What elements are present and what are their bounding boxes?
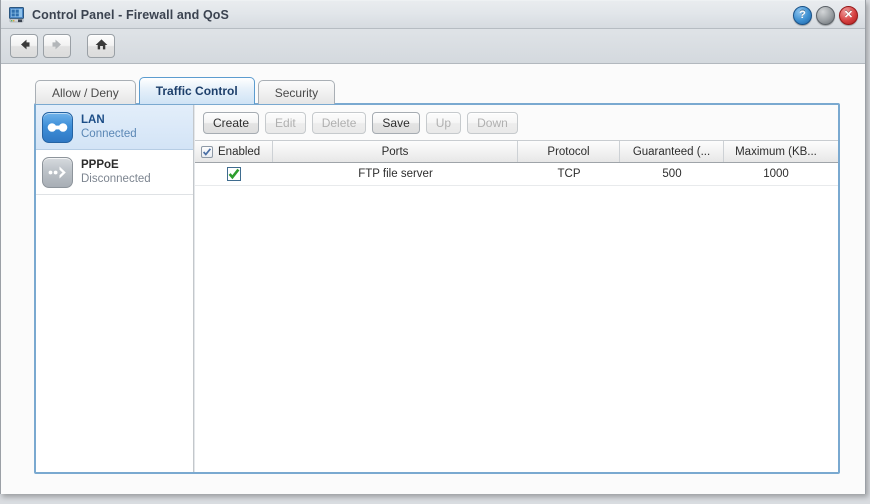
screen: Control Panel - Firewall and QoS ? ✕ All… — [0, 0, 870, 504]
sidebar-item-status: Disconnected — [81, 173, 151, 185]
window-controls: ? ✕ — [793, 6, 858, 25]
column-header-label: Maximum (KB... — [735, 145, 817, 158]
column-header-protocol[interactable]: Protocol — [518, 141, 620, 162]
column-header-ports[interactable]: Ports — [273, 141, 518, 162]
sidebar-item-lan[interactable]: LAN Connected — [36, 105, 193, 150]
pppoe-icon — [42, 156, 73, 188]
button-label: Edit — [275, 115, 296, 130]
control-panel-icon — [9, 6, 26, 23]
sidebar-item-text: PPPoE Disconnected — [81, 158, 151, 187]
tab-label: Traffic Control — [155, 84, 238, 98]
tab-security[interactable]: Security — [257, 80, 336, 104]
delete-button: Delete — [311, 111, 367, 134]
lan-icon — [42, 111, 73, 143]
column-header-maximum[interactable]: Maximum (KB... — [724, 141, 828, 162]
application-window: Control Panel - Firewall and QoS ? ✕ All… — [0, 0, 866, 494]
edit-button: Edit — [265, 111, 306, 134]
home-button[interactable] — [87, 34, 115, 58]
sidebar-item-text: LAN Connected — [81, 113, 137, 142]
help-button[interactable]: ? — [793, 6, 812, 25]
column-header-label: Enabled — [218, 145, 261, 158]
arrow-left-icon — [17, 38, 32, 54]
cell-maximum: 1000 — [763, 168, 789, 180]
tab-label: Security — [274, 85, 319, 100]
content-panel: LAN Connected PPPoE Disconnected Create … — [34, 103, 840, 474]
sidebar-item-title: LAN — [81, 113, 105, 126]
main-area: Create Edit Delete Save Up Down Enabled … — [194, 105, 838, 472]
tab-traffic-control[interactable]: Traffic Control — [138, 77, 255, 104]
close-button[interactable]: ✕ — [839, 6, 858, 25]
button-label: Up — [435, 115, 452, 130]
forward-button — [43, 34, 71, 58]
column-header-label: Ports — [381, 145, 409, 158]
window-title: Control Panel - Firewall and QoS — [32, 7, 229, 22]
move-up-button: Up — [425, 111, 462, 134]
help-icon: ? — [799, 9, 806, 21]
tab-allow-deny[interactable]: Allow / Deny — [35, 80, 136, 104]
home-icon — [94, 38, 109, 54]
arrow-right-icon — [50, 38, 65, 54]
cell-enabled — [195, 163, 273, 185]
close-icon: ✕ — [843, 9, 854, 21]
save-button[interactable]: Save — [372, 111, 420, 134]
button-label: Create — [213, 115, 250, 130]
grid-toolbar: Create Edit Delete Save Up Down — [195, 105, 838, 140]
button-label: Save — [382, 115, 410, 130]
column-header-enabled[interactable]: Enabled — [195, 141, 273, 162]
select-all-checkbox[interactable] — [201, 145, 213, 158]
column-header-guaranteed[interactable]: Guaranteed (... — [620, 141, 724, 162]
tab-strip: Allow / Deny Traffic Control Security — [35, 77, 338, 104]
grid-header-row: Enabled Ports Protocol Guaranteed (... M… — [195, 140, 838, 163]
sidebar-item-pppoe[interactable]: PPPoE Disconnected — [36, 150, 193, 195]
tab-label: Allow / Deny — [52, 85, 119, 100]
sidebar-item-status: Connected — [81, 128, 137, 140]
navigation-toolbar — [1, 29, 865, 64]
cell-protocol: TCP — [557, 168, 581, 180]
button-label: Down — [477, 115, 508, 130]
create-button[interactable]: Create — [203, 111, 260, 134]
rules-grid: Enabled Ports Protocol Guaranteed (... M… — [195, 140, 838, 472]
window-body: Allow / Deny Traffic Control Security LA… — [1, 64, 865, 494]
cell-ports: FTP file server — [358, 168, 433, 180]
column-header-label: Guaranteed (... — [632, 145, 711, 158]
column-header-label: Protocol — [547, 145, 590, 158]
title-bar: Control Panel - Firewall and QoS ? ✕ — [1, 0, 865, 29]
move-down-button: Down — [467, 111, 518, 134]
back-button[interactable] — [10, 34, 38, 58]
table-row[interactable]: FTP file server TCP 500 1000 — [195, 163, 838, 186]
row-enabled-checkbox[interactable] — [227, 167, 241, 181]
interface-list-sidebar: LAN Connected PPPoE Disconnected — [36, 105, 194, 472]
button-label: Delete — [321, 115, 357, 130]
sidebar-item-title: PPPoE — [81, 158, 119, 171]
grid-body: FTP file server TCP 500 1000 — [195, 163, 838, 472]
cell-guaranteed: 500 — [662, 168, 682, 180]
minimize-button[interactable] — [816, 6, 835, 25]
